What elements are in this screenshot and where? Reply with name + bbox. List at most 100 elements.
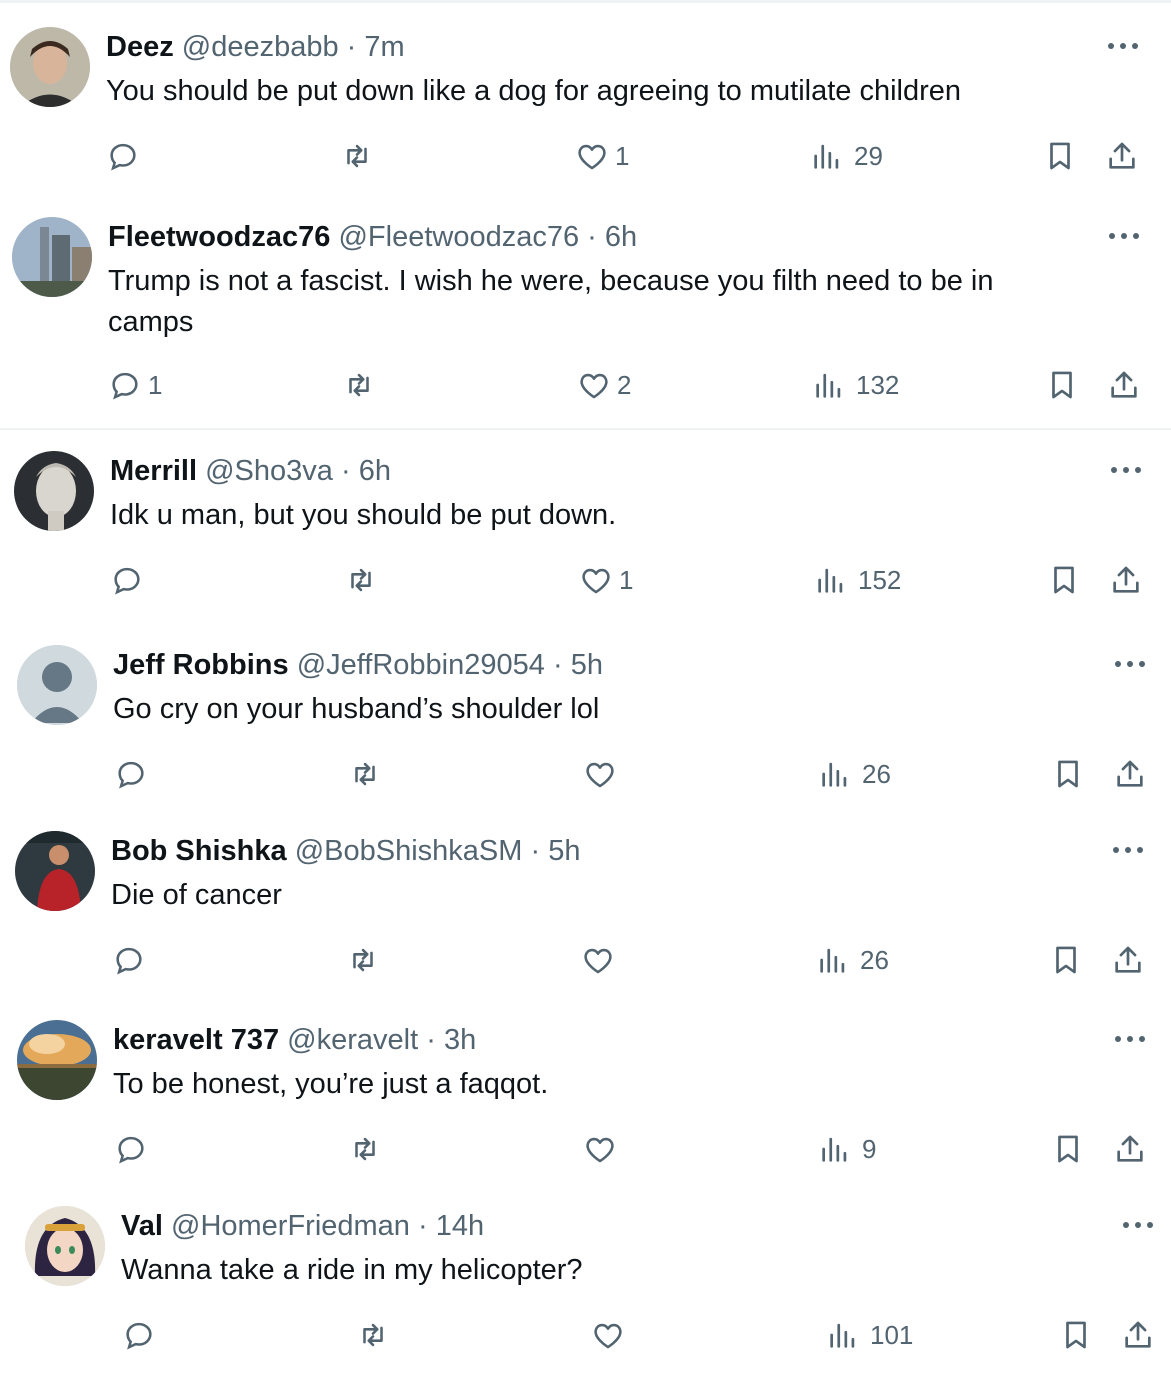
display-name[interactable]: Bob Shishka: [111, 835, 287, 867]
timestamp[interactable]: 14h: [436, 1210, 484, 1242]
reply-button[interactable]: [122, 1315, 166, 1355]
share-button[interactable]: [1113, 1129, 1147, 1169]
tweet[interactable]: Jeff Robbins @JeffRobbin29054 · 5h Go cr…: [0, 618, 1171, 808]
more-icon[interactable]: [1110, 1029, 1150, 1049]
tweet-text: You should be put down like a dog for ag…: [106, 75, 962, 107]
retweet-button[interactable]: [346, 940, 380, 980]
retweet-button[interactable]: [342, 365, 376, 405]
display-name[interactable]: keravelt 737: [113, 1024, 279, 1056]
like-button[interactable]: 1: [579, 560, 633, 600]
separator-dot: ·: [552, 649, 563, 681]
reply-icon: [106, 139, 140, 173]
retweet-button[interactable]: [348, 754, 382, 794]
views-button[interactable]: 9: [818, 1129, 876, 1169]
reply-button[interactable]: 1: [108, 365, 162, 405]
user-handle[interactable]: @Sho3va: [205, 455, 333, 487]
reply-button[interactable]: [110, 560, 154, 600]
like-button[interactable]: 1: [575, 136, 629, 176]
user-handle[interactable]: @BobShishkaSM: [295, 835, 523, 867]
display-name[interactable]: Merrill: [110, 455, 197, 487]
retweet-icon: [356, 1318, 390, 1352]
display-name[interactable]: Jeff Robbins: [113, 649, 289, 681]
retweet-icon: [344, 563, 378, 597]
avatar[interactable]: [25, 1206, 105, 1286]
like-button[interactable]: 2: [577, 365, 631, 405]
retweet-button[interactable]: [344, 560, 378, 600]
share-icon: [1109, 563, 1143, 597]
timestamp[interactable]: 6h: [359, 455, 391, 487]
avatar[interactable]: [17, 1020, 97, 1100]
more-icon[interactable]: [1108, 840, 1148, 860]
views-button[interactable]: 26: [818, 754, 891, 794]
share-button[interactable]: [1109, 560, 1143, 600]
timestamp[interactable]: 5h: [548, 835, 580, 867]
user-handle[interactable]: @JeffRobbin29054: [297, 649, 545, 681]
share-icon: [1107, 368, 1141, 402]
share-button[interactable]: [1107, 365, 1141, 405]
retweet-button[interactable]: [340, 136, 374, 176]
reply-button[interactable]: [106, 136, 150, 176]
display-name[interactable]: Deez: [106, 31, 174, 63]
share-button[interactable]: [1111, 940, 1145, 980]
timestamp[interactable]: 6h: [605, 221, 637, 253]
bookmark-button[interactable]: [1049, 940, 1083, 980]
views-button[interactable]: 132: [812, 365, 899, 405]
bookmark-icon: [1043, 139, 1077, 173]
reply-button[interactable]: [114, 1129, 158, 1169]
views-button[interactable]: 26: [816, 940, 889, 980]
heart-icon: [579, 563, 613, 597]
more-icon[interactable]: [1103, 36, 1143, 56]
like-button[interactable]: [583, 1129, 627, 1169]
avatar[interactable]: [12, 217, 92, 297]
bookmark-button[interactable]: [1047, 560, 1081, 600]
display-name[interactable]: Fleetwoodzac76: [108, 221, 330, 253]
bookmark-button[interactable]: [1043, 136, 1077, 176]
reply-button[interactable]: [114, 754, 158, 794]
bookmark-button[interactable]: [1059, 1315, 1093, 1355]
like-button[interactable]: [581, 940, 625, 980]
views-button[interactable]: 29: [810, 136, 883, 176]
tweet[interactable]: Val @HomerFriedman · 14h Wanna take a ri…: [0, 1179, 1171, 1377]
tweet[interactable]: Bob Shishka @BobShishkaSM · 5h Die of ca…: [0, 804, 1171, 994]
views-button[interactable]: 101: [826, 1315, 913, 1355]
heart-icon: [577, 368, 611, 402]
bookmark-button[interactable]: [1051, 1129, 1085, 1169]
tweet[interactable]: Deez @deezbabb · 7m You should be put do…: [0, 0, 1171, 200]
share-button[interactable]: [1121, 1315, 1155, 1355]
tweet[interactable]: Fleetwoodzac76 @Fleetwoodzac76 · 6h Trum…: [0, 190, 1171, 428]
reply-count: 1: [148, 369, 163, 400]
share-button[interactable]: [1113, 754, 1147, 794]
separator-dot: ·: [426, 1024, 436, 1056]
more-icon[interactable]: [1110, 654, 1150, 674]
bookmark-icon: [1051, 757, 1085, 791]
separator-dot: ·: [346, 31, 357, 63]
avatar[interactable]: [15, 831, 95, 911]
avatar[interactable]: [17, 645, 97, 725]
bookmark-icon: [1049, 943, 1083, 977]
share-button[interactable]: [1105, 136, 1139, 176]
user-handle[interactable]: @keravelt: [287, 1024, 418, 1056]
user-handle[interactable]: @HomerFriedman: [171, 1210, 410, 1242]
more-icon[interactable]: [1118, 1215, 1158, 1235]
timestamp[interactable]: 5h: [571, 649, 603, 681]
retweet-button[interactable]: [356, 1315, 390, 1355]
timestamp[interactable]: 7m: [364, 31, 404, 63]
retweet-button[interactable]: [348, 1129, 382, 1169]
tweet[interactable]: keravelt 737 @keravelt · 3h To be honest…: [0, 993, 1171, 1183]
timestamp[interactable]: 3h: [444, 1024, 476, 1056]
views-button[interactable]: 152: [814, 560, 901, 600]
more-icon[interactable]: [1104, 226, 1144, 246]
bookmark-button[interactable]: [1045, 365, 1079, 405]
reply-button[interactable]: [112, 940, 156, 980]
bookmark-button[interactable]: [1051, 754, 1085, 794]
user-handle[interactable]: @Fleetwoodzac76: [338, 221, 579, 253]
user-handle[interactable]: @deezbabb: [182, 31, 339, 63]
avatar[interactable]: [10, 27, 90, 107]
display-name[interactable]: Val: [121, 1210, 163, 1242]
tweet[interactable]: Merrill @Sho3va · 6h Idk u man, but you …: [0, 424, 1171, 624]
like-button[interactable]: [591, 1315, 635, 1355]
like-button[interactable]: [583, 754, 627, 794]
more-icon[interactable]: [1106, 460, 1146, 480]
heart-icon: [583, 1132, 617, 1166]
avatar[interactable]: [14, 451, 94, 531]
